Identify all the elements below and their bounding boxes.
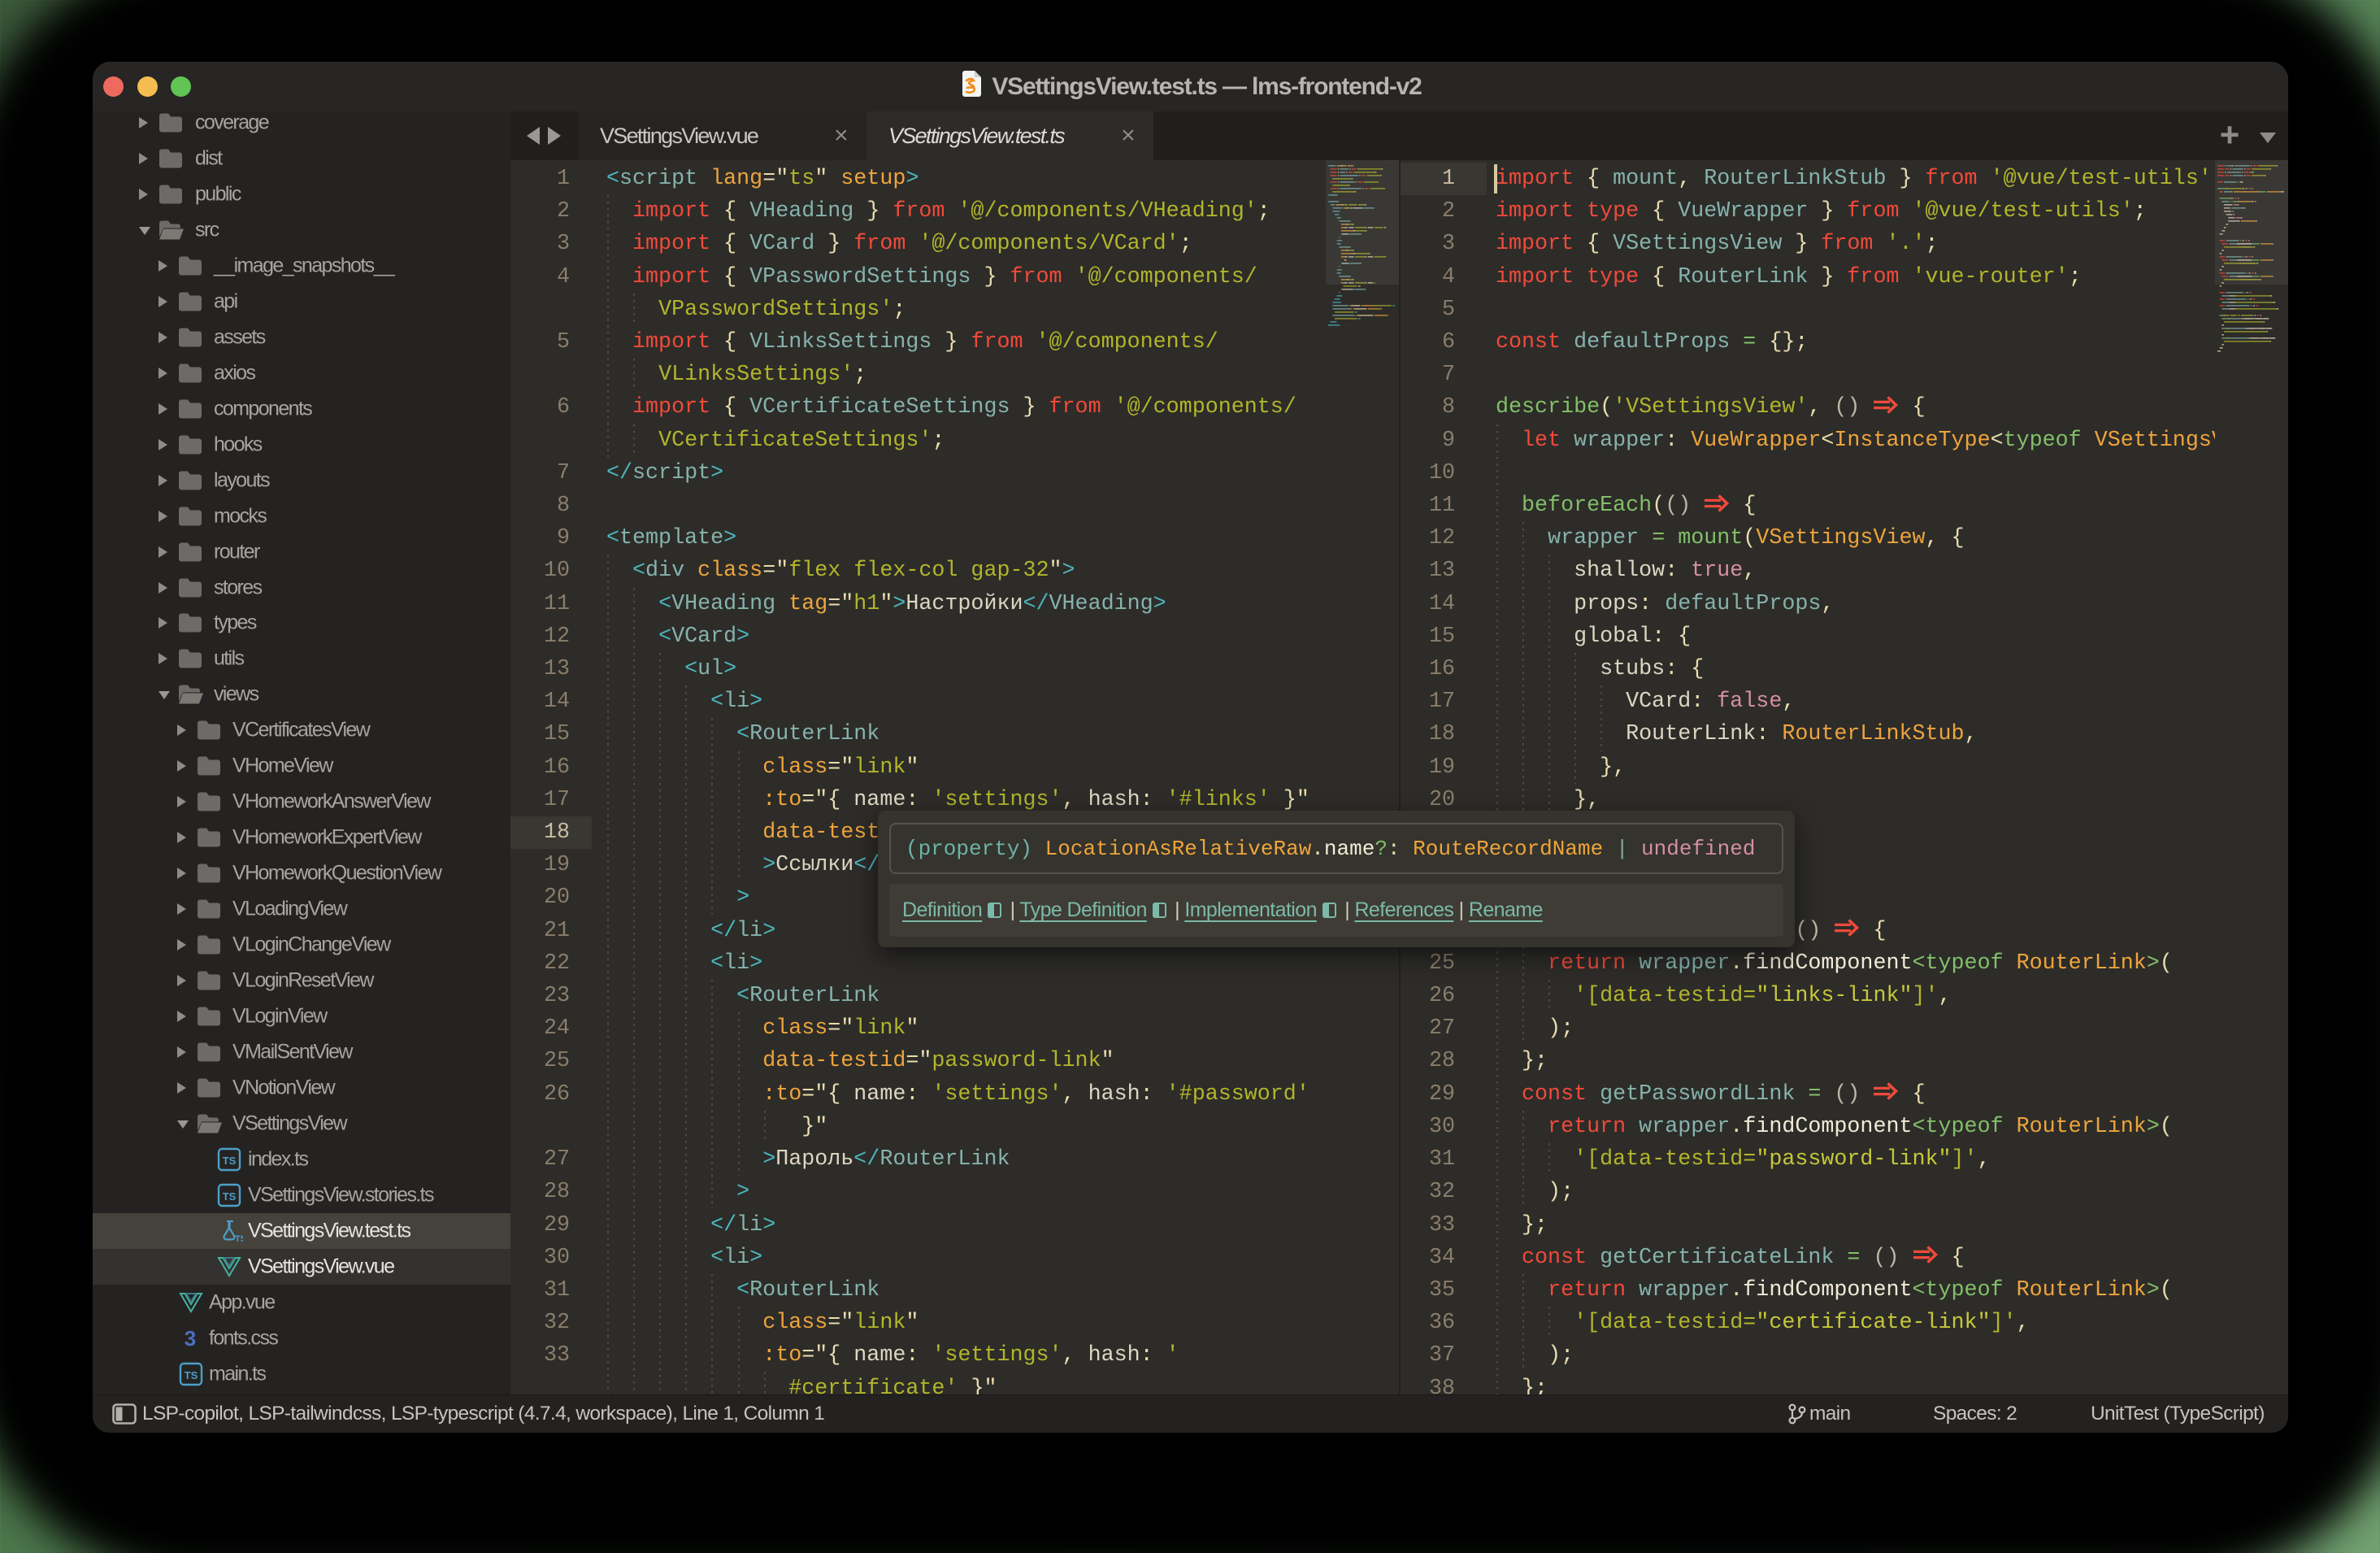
svg-text:TS: TS [223,1190,237,1203]
svg-text:TS: TS [223,1155,237,1167]
svg-text:3: 3 [185,1326,196,1351]
svg-text:TS: TS [235,1234,243,1244]
svg-text:TS: TS [185,1369,198,1381]
